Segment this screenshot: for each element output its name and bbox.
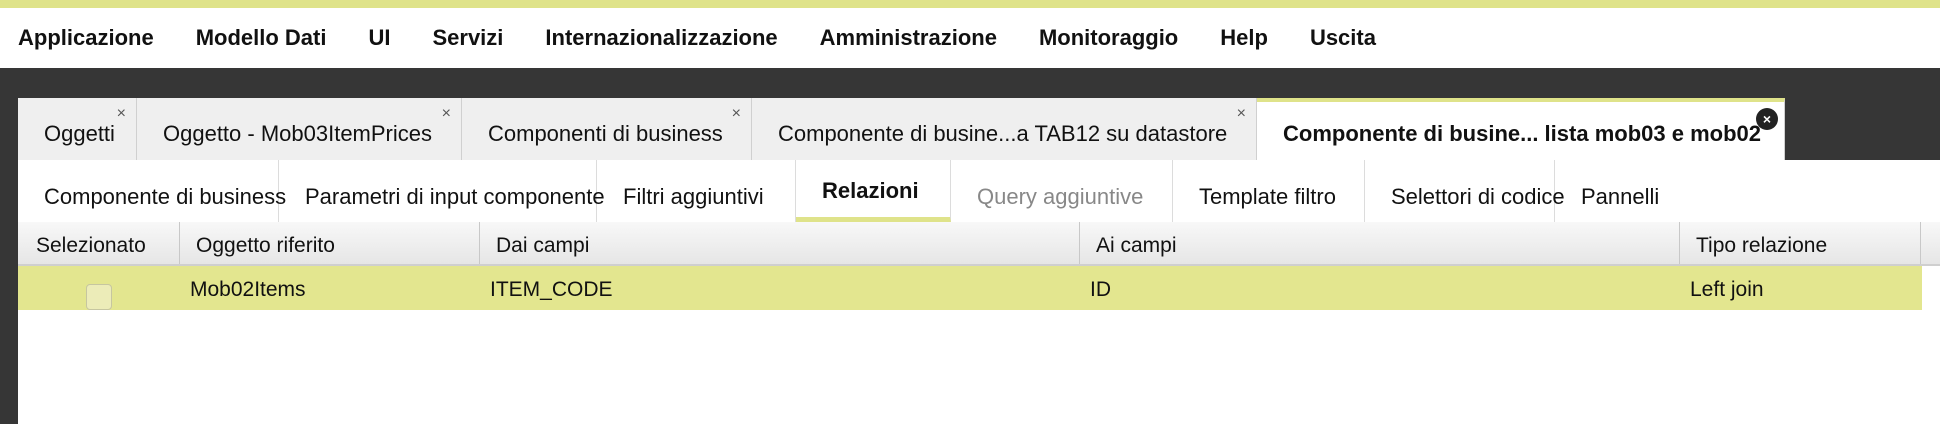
document-tab-bar: Oggetti × Oggetto - Mob03ItemPrices × Co… [18,98,1785,160]
grid-header: Selezionato Oggetto riferito Dai campi A… [18,222,1940,266]
cell-dai-campi: ITEM_CODE [490,278,613,301]
row-select-checkbox[interactable] [86,284,112,310]
main-menu-bar: Applicazione Modello Dati UI Servizi Int… [0,8,1940,68]
column-header-dai-campi[interactable]: Dai campi [480,222,1080,264]
subtab-filtri-aggiuntivi[interactable]: Filtri aggiuntivi [597,160,796,222]
subtab-template-filtro[interactable]: Template filtro [1173,160,1365,222]
cell-oggetto-riferito: Mob02Items [190,278,306,301]
subtab-query-aggiuntive: Query aggiuntive [951,160,1173,222]
tab-oggetti[interactable]: Oggetti × [18,98,137,160]
menu-item-ui[interactable]: UI [368,25,390,51]
subtab-selettori-di-codice[interactable]: Selettori di codice [1365,160,1565,222]
subtab-pannelli[interactable]: Pannelli [1555,160,1675,222]
tab-label: Componenti di business [488,121,723,146]
menu-item-amministrazione[interactable]: Amministrazione [820,25,997,51]
menu-item-uscita[interactable]: Uscita [1310,25,1376,51]
tab-componente-tab12-datastore[interactable]: Componente di busine...a TAB12 su datast… [752,98,1257,160]
subtab-relazioni[interactable]: Relazioni [796,160,951,222]
tab-oggetto-mob03itemprices[interactable]: Oggetto - Mob03ItemPrices × [137,98,462,160]
tab-label: Oggetto - Mob03ItemPrices [163,121,433,146]
sub-tab-bar: Componente di business Parametri di inpu… [18,160,1675,222]
column-header-oggetto-riferito[interactable]: Oggetto riferito [180,222,480,264]
top-accent-line [0,0,1940,8]
column-header-ai-campi[interactable]: Ai campi [1080,222,1680,264]
menu-item-monitoraggio[interactable]: Monitoraggio [1039,25,1178,51]
close-circle-icon[interactable]: × [1756,108,1778,130]
tab-componente-lista-mob03-mob02[interactable]: Componente di busine... lista mob03 e mo… [1257,98,1785,160]
column-header-tipo-relazione[interactable]: Tipo relazione [1680,222,1921,264]
close-icon[interactable]: × [442,106,451,122]
menu-item-help[interactable]: Help [1220,25,1268,51]
tab-label: Componente di busine...a TAB12 su datast… [778,121,1228,146]
subtab-parametri-input[interactable]: Parametri di input componente [279,160,605,222]
column-header-selezionato[interactable]: Selezionato [18,222,180,264]
cell-tipo-relazione: Left join [1690,278,1764,301]
menu-item-internazionalizzazione[interactable]: Internazionalizzazione [545,25,777,51]
table-row[interactable]: Mob02Items ITEM_CODE ID Left join [18,266,1922,310]
tab-label: Oggetti [44,121,115,146]
cell-selezionato [18,266,180,310]
menu-item-modello-dati[interactable]: Modello Dati [196,25,327,51]
tab-componenti-di-business[interactable]: Componenti di business × [462,98,752,160]
content-panel: Componente di business Parametri di inpu… [18,160,1940,424]
close-icon[interactable]: × [117,106,126,122]
cell-ai-campi: ID [1090,278,1111,301]
menu-item-servizi[interactable]: Servizi [432,25,503,51]
close-icon[interactable]: × [732,106,741,122]
close-icon[interactable]: × [1237,106,1246,122]
subtab-componente-di-business[interactable]: Componente di business [18,160,286,222]
tab-label: Componente di busine... lista mob03 e mo… [1283,121,1761,146]
menu-item-applicazione[interactable]: Applicazione [18,25,154,51]
